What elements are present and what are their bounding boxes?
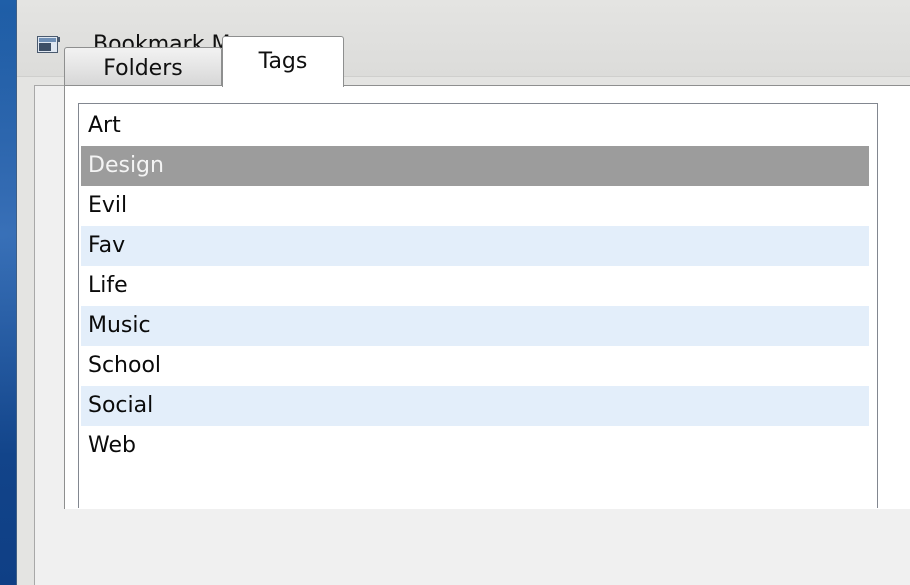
list-item-web[interactable]: Web <box>81 426 869 466</box>
list-item-social[interactable]: Social <box>81 386 869 426</box>
tab-folders[interactable]: Folders <box>64 47 222 86</box>
tab-tags[interactable]: Tags <box>222 36 344 87</box>
tags-list[interactable]: Art Design Evil Fav Life Music School So… <box>78 103 878 508</box>
bookmark-manager-window: Bookmark Manager Folders Tags Art Design… <box>16 0 910 585</box>
list-item-design[interactable]: Design <box>81 146 869 186</box>
list-item-fav[interactable]: Fav <box>81 226 869 266</box>
list-item-school[interactable]: School <box>81 346 869 386</box>
list-item-music[interactable]: Music <box>81 306 869 346</box>
app-window-icon <box>37 36 61 54</box>
list-item-art[interactable]: Art <box>81 106 869 146</box>
list-item-evil[interactable]: Evil <box>81 186 869 226</box>
list-item-life[interactable]: Life <box>81 266 869 306</box>
